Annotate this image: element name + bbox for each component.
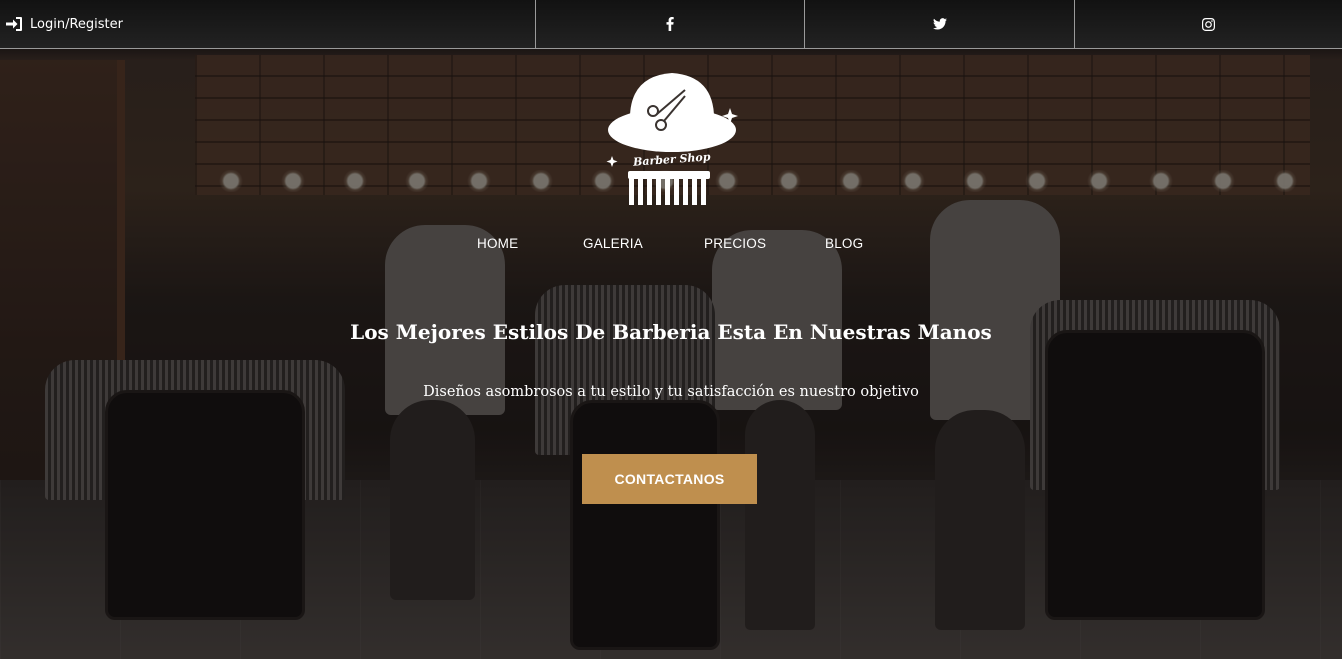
instagram-link[interactable] xyxy=(1074,0,1342,48)
nav-blog[interactable]: BLOG xyxy=(825,236,863,251)
main-nav: HOME GALERIA PRECIOS BLOG xyxy=(0,236,1342,258)
facebook-icon xyxy=(666,17,674,31)
nav-galeria[interactable]: GALERIA xyxy=(583,236,643,251)
logo-text: Barber Shop xyxy=(632,150,712,168)
facebook-link[interactable] xyxy=(535,0,804,48)
hero-headline: Los Mejores Estilos De Barberia Esta En … xyxy=(350,320,992,344)
barber-shop-logo[interactable]: Barber Shop xyxy=(600,68,745,208)
twitter-icon xyxy=(932,18,947,30)
top-bar: Login/Register xyxy=(0,0,1342,49)
twitter-link[interactable] xyxy=(804,0,1074,48)
login-register-link[interactable]: Login/Register xyxy=(0,0,535,48)
hero-subline: Diseños asombrosos a tu estilo y tu sati… xyxy=(423,384,919,400)
nav-home[interactable]: HOME xyxy=(477,236,518,251)
login-register-label: Login/Register xyxy=(30,16,123,32)
nav-precios[interactable]: PRECIOS xyxy=(704,236,766,251)
contact-button[interactable]: CONTACTANOS xyxy=(582,454,757,504)
instagram-icon xyxy=(1202,17,1215,31)
sign-in-icon xyxy=(6,17,22,31)
